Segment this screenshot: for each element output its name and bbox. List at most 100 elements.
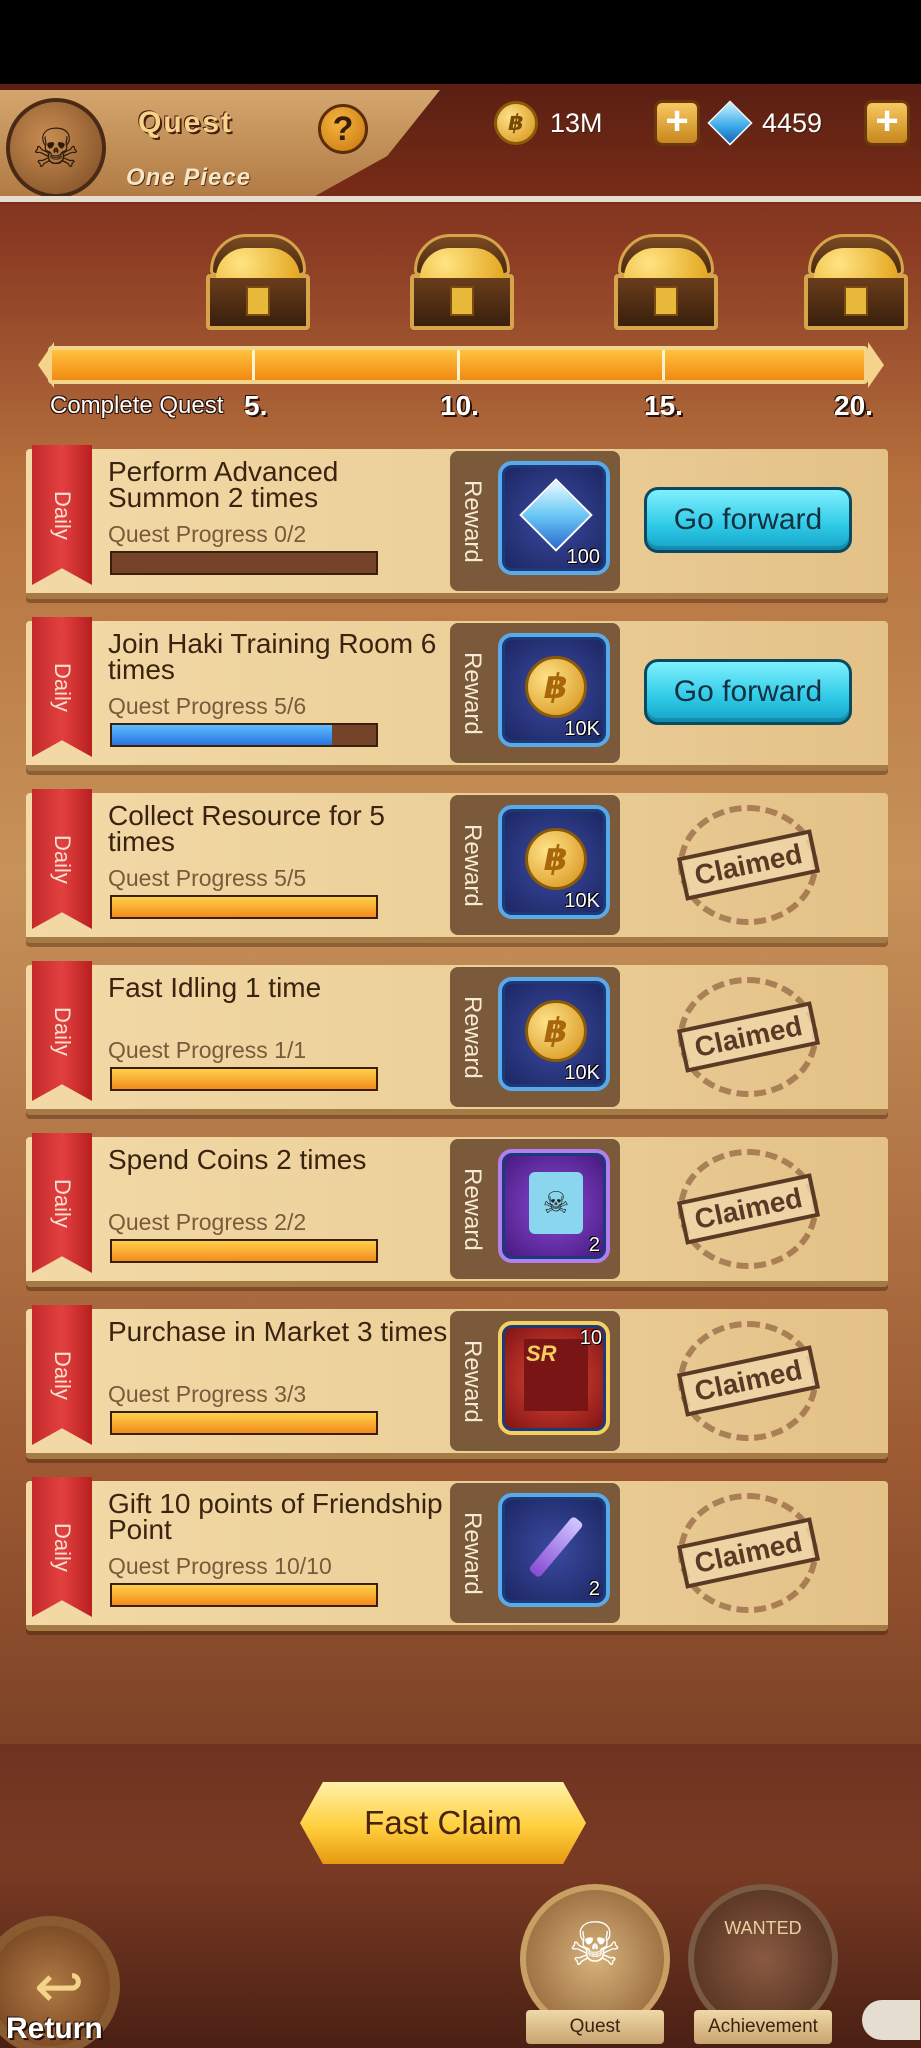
scroll-icon-glyph: ☠ xyxy=(529,1172,583,1234)
quest-screen: ☠ Quest ? One Piece ฿ 13M + 4459 + Compl… xyxy=(0,84,921,2048)
go-forward-button[interactable]: Go forward xyxy=(644,659,852,725)
quest-progress-fill xyxy=(112,1069,376,1089)
reward-label: Reward xyxy=(450,795,494,935)
daily-tag-label: Daily xyxy=(50,1522,75,1572)
reward-label-text: Reward xyxy=(459,1511,486,1595)
milestone-chest-15[interactable] xyxy=(610,234,722,334)
milestone-chest-5[interactable] xyxy=(202,234,314,334)
gem-amount: 4459 xyxy=(762,107,823,138)
quest-progress-bar xyxy=(110,1067,378,1091)
coin-icon: ฿ xyxy=(524,999,588,1063)
reward-panel: Reward ฿ 10K xyxy=(450,967,620,1107)
claimed-label: Claimed xyxy=(676,1345,820,1417)
daily-tag: Daily xyxy=(32,1305,92,1445)
quest-progress-bar xyxy=(110,1411,378,1435)
tab-achievement-label: Achievement xyxy=(694,2010,832,2044)
claimed-stamp: Claimed xyxy=(676,1493,820,1613)
daily-tag: Daily xyxy=(32,617,92,757)
daily-tag-label: Daily xyxy=(50,1006,75,1056)
quest-progress-text: Quest Progress 2/2 xyxy=(108,1209,307,1235)
reward-item[interactable]: ฿ 10K xyxy=(498,805,610,919)
skull-emblem-icon: ☠ xyxy=(6,98,106,198)
milestone-progress-bar xyxy=(48,346,868,384)
page-title: Quest xyxy=(138,106,234,139)
quest-name: Fast Idling 1 time xyxy=(108,972,322,1003)
reward-panel: Reward 2 xyxy=(450,1483,620,1623)
wanted-poster-icon: WANTED xyxy=(724,1918,802,1938)
reward-item[interactable]: ฿ 10K xyxy=(498,977,610,1091)
quest-progress-fill xyxy=(112,1413,376,1433)
reward-label-text: Reward xyxy=(459,479,486,563)
reward-count: 100 xyxy=(566,546,600,568)
reward-label: Reward xyxy=(450,967,494,1107)
reward-panel: Reward 100 xyxy=(450,451,620,591)
daily-tag: Daily xyxy=(32,1133,92,1273)
claimed-stamp: Claimed xyxy=(676,1149,820,1269)
reward-panel: Reward ฿ 10K xyxy=(450,623,620,763)
progress-cap-right xyxy=(868,342,884,388)
fast-claim-button[interactable]: Fast Claim xyxy=(300,1782,586,1864)
syringe-icon xyxy=(524,1515,588,1579)
claimed-label: Claimed xyxy=(676,829,820,901)
quest-card: Daily Perform Advanced Summon 2 times Qu… xyxy=(26,445,888,599)
quest-progress-bar xyxy=(110,1583,378,1607)
reward-panel: Reward ☠ 2 xyxy=(450,1139,620,1279)
reward-item[interactable]: ฿ 10K xyxy=(498,633,610,747)
quest-progress-text: Quest Progress 10/10 xyxy=(108,1553,332,1579)
quest-name: Collect Resource for 5 times xyxy=(108,800,386,857)
milestone-chest-10[interactable] xyxy=(406,234,518,334)
gem-balance: 4459 xyxy=(707,100,823,146)
return-button[interactable]: Return xyxy=(6,2012,103,2046)
quest-card: Daily Spend Coins 2 times Quest Progress… xyxy=(26,1133,888,1287)
quest-list[interactable]: Daily Perform Advanced Summon 2 times Qu… xyxy=(0,439,921,1639)
quest-progress-text: Quest Progress 3/3 xyxy=(108,1381,307,1407)
daily-tag-label: Daily xyxy=(50,1178,75,1228)
coin-icon-glyph: ฿ xyxy=(525,828,587,890)
reward-count: 10K xyxy=(564,1062,600,1084)
tab-achievement[interactable]: WANTED Achievement xyxy=(688,1884,838,2044)
reward-label-text: Reward xyxy=(459,995,486,1079)
quest-progress-bar xyxy=(110,1239,378,1263)
chest-lock-icon xyxy=(450,286,474,316)
help-button[interactable]: ? xyxy=(318,104,368,154)
header: ☠ Quest ? One Piece ฿ 13M + 4459 + xyxy=(0,84,921,204)
coin-icon: ฿ xyxy=(524,827,588,891)
reward-count: 10K xyxy=(564,718,600,740)
status-bar xyxy=(0,0,921,84)
quest-name: Gift 10 points of Friendship Point xyxy=(108,1488,443,1545)
reward-item[interactable]: 2 xyxy=(498,1493,610,1607)
reward-count: 2 xyxy=(588,1578,600,1600)
daily-tag: Daily xyxy=(32,789,92,929)
quest-progress-text: Quest Progress 5/5 xyxy=(108,865,307,891)
reward-label-text: Reward xyxy=(459,823,486,907)
header-divider xyxy=(0,196,921,202)
quest-progress-fill xyxy=(112,897,376,917)
reward-item[interactable]: SR 10 xyxy=(498,1321,610,1435)
milestone-mark: 10. xyxy=(440,390,479,421)
tab-quest[interactable]: ☠ Quest xyxy=(520,1884,670,2044)
claimed-stamp: Claimed xyxy=(676,977,820,1097)
quest-card: Daily Join Haki Training Room 6 times Qu… xyxy=(26,617,888,771)
reward-item[interactable]: 100 xyxy=(498,461,610,575)
quest-card: Daily Collect Resource for 5 times Quest… xyxy=(26,789,888,943)
coin-icon: ฿ xyxy=(494,101,538,145)
milestone-mark: 5. xyxy=(244,390,268,421)
progress-divider xyxy=(252,350,255,380)
reward-item[interactable]: ☠ 2 xyxy=(498,1149,610,1263)
reward-panel: Reward ฿ 10K xyxy=(450,795,620,935)
daily-tag: Daily xyxy=(32,961,92,1101)
quest-progress-bar xyxy=(110,895,378,919)
gem-icon-glyph xyxy=(519,478,593,552)
add-gems-button[interactable]: + xyxy=(864,100,910,146)
go-forward-button[interactable]: Go forward xyxy=(644,487,852,553)
scroll-icon: ☠ xyxy=(524,1171,588,1235)
scroll-handle[interactable] xyxy=(862,2000,920,2040)
add-coins-button[interactable]: + xyxy=(654,100,700,146)
reward-count: 2 xyxy=(588,1234,600,1256)
milestone-mark: 20. xyxy=(834,390,873,421)
quest-progress-bar xyxy=(110,551,378,575)
chest-lock-icon xyxy=(654,286,678,316)
milestone-chest-20[interactable] xyxy=(800,234,912,334)
daily-tag-label: Daily xyxy=(50,490,75,540)
quest-progress-fill xyxy=(112,1241,376,1261)
